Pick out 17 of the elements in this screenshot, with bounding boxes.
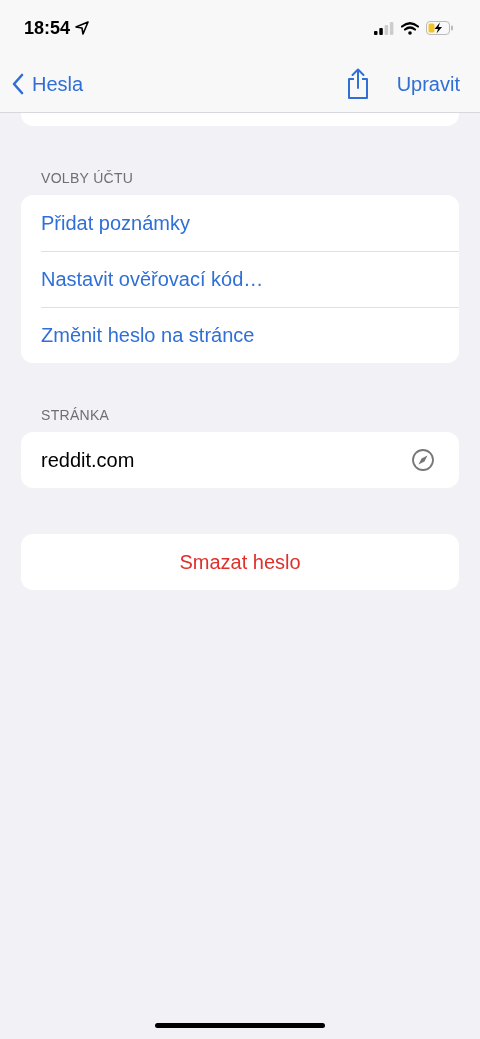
back-button[interactable]: Hesla	[12, 72, 84, 96]
action-link[interactable]: Přidat poznámky	[41, 211, 190, 235]
edit-button[interactable]: Upravit	[396, 72, 460, 96]
delete-password-button[interactable]: Smazat heslo	[21, 534, 459, 590]
battery-charging-icon	[426, 21, 454, 35]
location-arrow-icon	[75, 21, 90, 35]
website-text: reddit.com	[41, 448, 135, 472]
chevron-left-icon	[12, 73, 24, 95]
share-icon[interactable]	[345, 68, 370, 100]
signal-icon	[374, 21, 394, 35]
compass-icon[interactable]	[411, 448, 435, 472]
wifi-icon	[401, 21, 419, 35]
section-header: STRÁNKA	[40, 407, 111, 425]
action-link[interactable]: Nastavit ověřovací kód…	[41, 267, 264, 291]
action-link[interactable]: Změnit heslo na stránce	[41, 323, 255, 347]
section-header: VOLBY ÚČTU	[40, 170, 135, 188]
status-time: 18:54	[24, 17, 71, 39]
